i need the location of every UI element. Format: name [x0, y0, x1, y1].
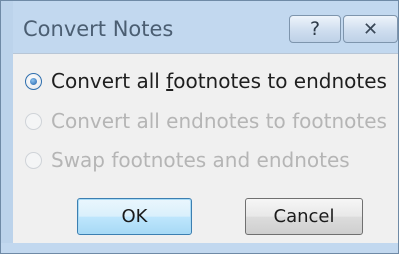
option-label: Convert all footnotes to endnotes: [51, 69, 387, 93]
option-swap-footnotes-and-endnotes: Swap footnotes and endnotes: [25, 147, 350, 173]
option-label-part: Convert all: [51, 69, 167, 93]
title-bar[interactable]: Convert Notes ? ✕: [1, 1, 398, 53]
option-label: Convert all endnotes to footnotes: [51, 109, 387, 133]
radio-disabled-icon: [25, 151, 42, 169]
help-icon: ?: [309, 18, 321, 40]
window-frame-left: [1, 1, 13, 253]
close-icon: ✕: [362, 18, 379, 40]
close-button[interactable]: ✕: [343, 15, 398, 43]
window-frame-bottom: [1, 243, 398, 253]
option-convert-endnotes-to-footnotes: Convert all endnotes to footnotes: [25, 108, 387, 134]
dialog-client-area: Convert all footnotes to endnotes Conver…: [13, 53, 398, 243]
radio-checked-icon[interactable]: [25, 72, 42, 90]
help-button[interactable]: ?: [289, 15, 341, 43]
option-convert-footnotes-to-endnotes[interactable]: Convert all footnotes to endnotes: [25, 68, 387, 94]
ok-button[interactable]: OK: [77, 198, 192, 235]
dialog-title: Convert Notes: [23, 17, 174, 41]
option-label-part: ootnotes to endnotes: [173, 69, 387, 93]
radio-disabled-icon: [25, 112, 42, 130]
cancel-button[interactable]: Cancel: [245, 198, 363, 235]
convert-notes-dialog: Convert Notes ? ✕ Convert all footnotes …: [0, 0, 399, 254]
option-label: Swap footnotes and endnotes: [51, 148, 350, 172]
